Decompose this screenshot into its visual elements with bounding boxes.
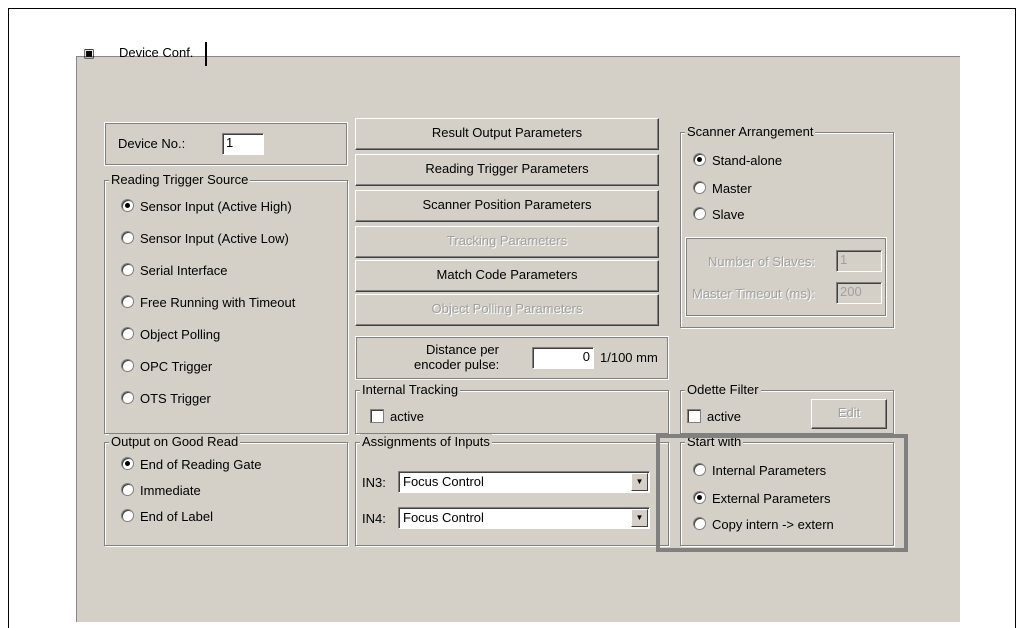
internal-tracking-active-checkbox[interactable]: active [370,409,424,425]
internal-tracking-group: Internal Tracking active [355,382,669,434]
radio-dot [121,509,134,522]
radio-label: Free Running with Timeout [140,295,296,310]
radio-label: Sensor Input (Active Low) [140,231,289,246]
radio-master[interactable]: Master [693,181,752,197]
result-output-parameters-button[interactable]: Result Output Parameters [355,118,659,150]
radio-dot [121,359,134,372]
output-good-read-group: Output on Good Read End of Reading Gate … [104,434,348,546]
radio-dot [121,457,134,470]
odette-edit-button[interactable]: Edit [811,399,887,429]
radio-end-of-label[interactable]: End of Label [121,509,213,525]
tracking-parameters-button[interactable]: Tracking Parameters [355,226,659,258]
radio-stand-alone[interactable]: Stand-alone [693,153,782,169]
checkbox-label: active [390,409,424,424]
scanner-position-parameters-button[interactable]: Scanner Position Parameters [355,190,659,222]
in3-select[interactable]: Focus Control ▼ [398,471,650,493]
assignments-group: Assignments of Inputs IN3: Focus Control… [355,434,669,546]
reading-trigger-source-title: Reading Trigger Source [109,172,251,188]
reading-trigger-source-group: Reading Trigger Source Sensor Input (Act… [104,172,348,434]
device-icon: ▣ [83,46,95,60]
distance-input[interactable]: 0 [532,347,594,369]
radio-label: End of Label [140,509,214,524]
odette-filter-title: Odette Filter [685,382,761,398]
device-no-label: Device No.: [118,136,186,151]
number-of-slaves-input[interactable]: 1 [836,250,882,272]
radio-free-running[interactable]: Free Running with Timeout [121,295,295,311]
odette-filter-active-checkbox[interactable]: active [687,409,741,425]
checkbox-label: active [707,409,741,424]
radio-sensor-active-high[interactable]: Sensor Input (Active High) [121,199,292,215]
radio-label: Immediate [140,483,201,498]
tab-device-conf[interactable]: Device Conf. [107,42,208,66]
radio-label: Master [712,181,752,196]
in3-value: Focus Control [403,474,484,489]
distance-box: Distance per encoder pulse: 0 1/100 mm [355,336,669,380]
radio-dot [121,391,134,404]
output-good-read-title: Output on Good Read [109,434,241,450]
master-timeout-input[interactable]: 200 [836,282,882,304]
scanner-arrangement-group: Scanner Arrangement Stand-alone Master S… [680,124,894,328]
assignments-title: Assignments of Inputs [360,434,492,450]
master-timeout-label: Master Timeout (ms): [692,286,815,301]
number-of-slaves-label: Number of Slaves: [708,254,815,269]
internal-tracking-title: Internal Tracking [360,382,461,398]
radio-dot [121,483,134,496]
device-no-box: Device No.: 1 [104,122,348,166]
radio-dot [121,231,134,244]
radio-dot [121,327,134,340]
distance-label-line1: Distance per [426,342,499,357]
slave-settings-box: Number of Slaves: 1 Master Timeout (ms):… [685,237,887,317]
chevron-down-icon: ▼ [631,473,648,491]
radio-slave[interactable]: Slave [693,207,745,223]
radio-label: Sensor Input (Active High) [140,199,292,214]
radio-dot [121,199,134,212]
radio-end-reading-gate[interactable]: End of Reading Gate [121,457,261,473]
object-polling-parameters-button[interactable]: Object Polling Parameters [355,294,659,326]
radio-opc-trigger[interactable]: OPC Trigger [121,359,212,375]
checkbox-box [687,409,701,423]
radio-dot [121,295,134,308]
checkbox-box [370,409,384,423]
start-with-highlight [656,434,908,552]
radio-dot [121,263,134,276]
radio-ots-trigger[interactable]: OTS Trigger [121,391,211,407]
radio-dot [693,181,706,194]
in4-value: Focus Control [403,510,484,525]
odette-filter-group: Odette Filter active Edit [680,382,894,434]
distance-label-line2: encoder pulse: [414,357,500,372]
radio-immediate[interactable]: Immediate [121,483,201,499]
radio-label: Object Polling [140,327,221,342]
distance-unit: 1/100 mm [600,350,658,365]
match-code-parameters-button[interactable]: Match Code Parameters [355,260,659,292]
in4-select[interactable]: Focus Control ▼ [398,507,650,529]
radio-label: End of Reading Gate [140,457,262,472]
in4-label: IN4: [362,511,386,526]
reading-trigger-parameters-button[interactable]: Reading Trigger Parameters [355,154,659,186]
radio-serial-interface[interactable]: Serial Interface [121,263,227,279]
radio-dot [693,207,706,220]
radio-object-polling[interactable]: Object Polling [121,327,220,343]
radio-label: OPC Trigger [140,359,213,374]
radio-label: Serial Interface [140,263,228,278]
in3-label: IN3: [362,475,386,490]
device-no-input[interactable]: 1 [222,133,264,155]
radio-label: Stand-alone [712,153,783,168]
radio-dot [693,153,706,166]
chevron-down-icon: ▼ [631,509,648,527]
radio-sensor-active-low[interactable]: Sensor Input (Active Low) [121,231,289,247]
radio-label: Slave [712,207,745,222]
radio-label: OTS Trigger [140,391,211,406]
scanner-arrangement-title: Scanner Arrangement [685,124,816,140]
